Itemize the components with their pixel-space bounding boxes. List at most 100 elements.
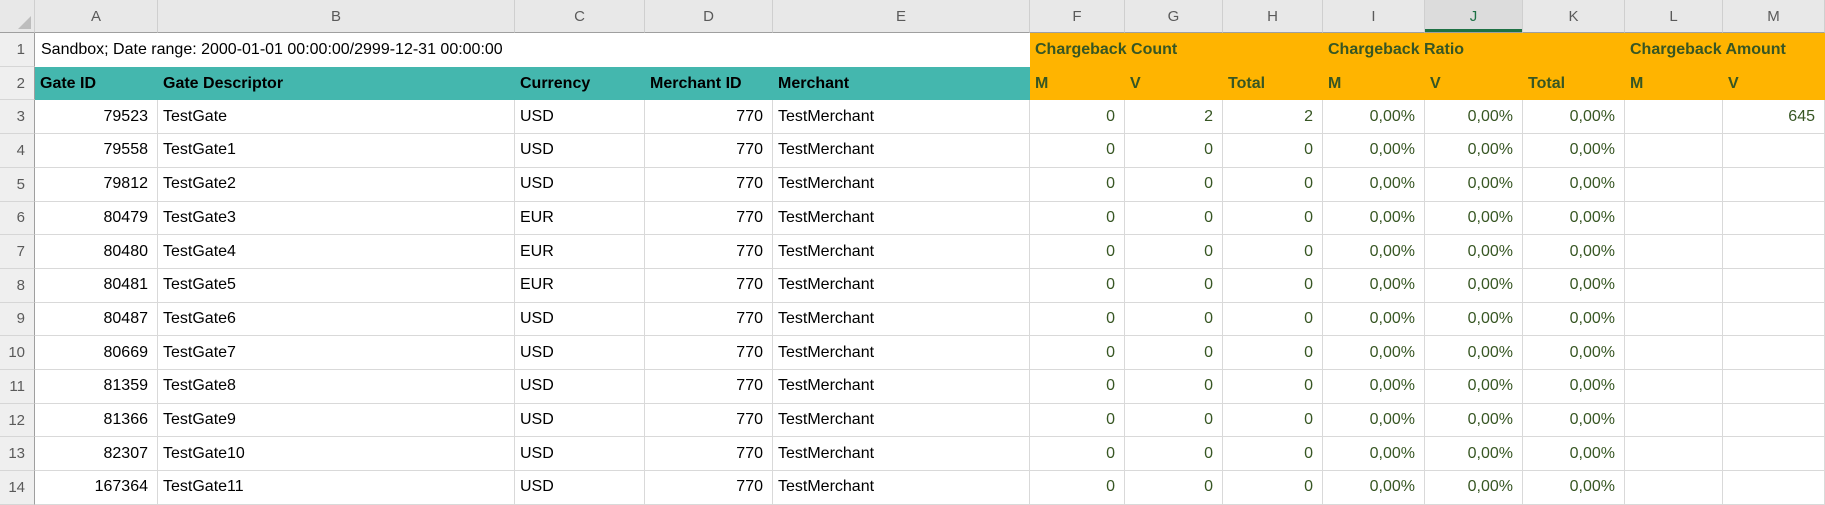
row-header-7[interactable]: 7: [0, 235, 35, 269]
cell-G5[interactable]: 0: [1125, 168, 1223, 202]
cell-J6[interactable]: 0,00%: [1425, 202, 1523, 236]
cell-J14[interactable]: 0,00%: [1425, 471, 1523, 505]
cell-H4[interactable]: 0: [1223, 134, 1323, 168]
cell-I7[interactable]: 0,00%: [1323, 235, 1425, 269]
cell-M8[interactable]: [1723, 269, 1825, 303]
row-header-6[interactable]: 6: [0, 202, 35, 236]
header-k-total[interactable]: Total: [1523, 67, 1625, 101]
cell-H9[interactable]: 0: [1223, 303, 1323, 337]
row-header-3[interactable]: 3: [0, 100, 35, 134]
group-header-chargeback-amount[interactable]: Chargeback Amount: [1625, 33, 1825, 67]
cell-D12[interactable]: 770: [645, 404, 773, 438]
cell-C3[interactable]: USD: [515, 100, 645, 134]
cell-E8[interactable]: TestMerchant: [773, 269, 1030, 303]
row-header-14[interactable]: 14: [0, 471, 35, 505]
cell-D3[interactable]: 770: [645, 100, 773, 134]
column-header-g[interactable]: G: [1125, 0, 1223, 33]
cell-L4[interactable]: [1625, 134, 1723, 168]
cell-I13[interactable]: 0,00%: [1323, 437, 1425, 471]
cell-H13[interactable]: 0: [1223, 437, 1323, 471]
cell-A3[interactable]: 79523: [35, 100, 158, 134]
cell-J7[interactable]: 0,00%: [1425, 235, 1523, 269]
column-header-k[interactable]: K: [1523, 0, 1625, 33]
cell-A14[interactable]: 167364: [35, 471, 158, 505]
cell-A10[interactable]: 80669: [35, 336, 158, 370]
row-header-12[interactable]: 12: [0, 404, 35, 438]
header-h-total[interactable]: Total: [1223, 67, 1323, 101]
cell-L8[interactable]: [1625, 269, 1723, 303]
cell-D11[interactable]: 770: [645, 370, 773, 404]
cell-L10[interactable]: [1625, 336, 1723, 370]
cell-D5[interactable]: 770: [645, 168, 773, 202]
cell-H5[interactable]: 0: [1223, 168, 1323, 202]
cell-G7[interactable]: 0: [1125, 235, 1223, 269]
cell-I14[interactable]: 0,00%: [1323, 471, 1425, 505]
cell-A9[interactable]: 80487: [35, 303, 158, 337]
cell-J3[interactable]: 0,00%: [1425, 100, 1523, 134]
cell-K7[interactable]: 0,00%: [1523, 235, 1625, 269]
column-header-m[interactable]: M: [1723, 0, 1825, 33]
cell-F11[interactable]: 0: [1030, 370, 1125, 404]
cell-F7[interactable]: 0: [1030, 235, 1125, 269]
cell-B11[interactable]: TestGate8: [158, 370, 515, 404]
cell-C9[interactable]: USD: [515, 303, 645, 337]
cell-I12[interactable]: 0,00%: [1323, 404, 1425, 438]
cell-J13[interactable]: 0,00%: [1425, 437, 1523, 471]
cell-G10[interactable]: 0: [1125, 336, 1223, 370]
cell-H11[interactable]: 0: [1223, 370, 1323, 404]
cell-G11[interactable]: 0: [1125, 370, 1223, 404]
cell-L3[interactable]: [1625, 100, 1723, 134]
column-header-f[interactable]: F: [1030, 0, 1125, 33]
cell-F6[interactable]: 0: [1030, 202, 1125, 236]
header-gate-descriptor[interactable]: Gate Descriptor: [158, 67, 515, 101]
cell-B13[interactable]: TestGate10: [158, 437, 515, 471]
cell-G6[interactable]: 0: [1125, 202, 1223, 236]
cell-D13[interactable]: 770: [645, 437, 773, 471]
cell-B8[interactable]: TestGate5: [158, 269, 515, 303]
cell-C5[interactable]: USD: [515, 168, 645, 202]
cell-L7[interactable]: [1625, 235, 1723, 269]
header-i-m[interactable]: M: [1323, 67, 1425, 101]
cell-A6[interactable]: 80479: [35, 202, 158, 236]
cell-D14[interactable]: 770: [645, 471, 773, 505]
cell-M10[interactable]: [1723, 336, 1825, 370]
header-m-v[interactable]: V: [1723, 67, 1825, 101]
cell-I8[interactable]: 0,00%: [1323, 269, 1425, 303]
cell-I6[interactable]: 0,00%: [1323, 202, 1425, 236]
cell-I3[interactable]: 0,00%: [1323, 100, 1425, 134]
cell-K10[interactable]: 0,00%: [1523, 336, 1625, 370]
cell-K3[interactable]: 0,00%: [1523, 100, 1625, 134]
cell-K4[interactable]: 0,00%: [1523, 134, 1625, 168]
cell-E7[interactable]: TestMerchant: [773, 235, 1030, 269]
cell-H7[interactable]: 0: [1223, 235, 1323, 269]
cell-M14[interactable]: [1723, 471, 1825, 505]
cell-B5[interactable]: TestGate2: [158, 168, 515, 202]
header-currency[interactable]: Currency: [515, 67, 645, 101]
cell-F10[interactable]: 0: [1030, 336, 1125, 370]
cell-M7[interactable]: [1723, 235, 1825, 269]
cell-G13[interactable]: 0: [1125, 437, 1223, 471]
cell-F9[interactable]: 0: [1030, 303, 1125, 337]
cell-L12[interactable]: [1625, 404, 1723, 438]
cell-K9[interactable]: 0,00%: [1523, 303, 1625, 337]
cell-C10[interactable]: USD: [515, 336, 645, 370]
cell-F12[interactable]: 0: [1030, 404, 1125, 438]
cell-J8[interactable]: 0,00%: [1425, 269, 1523, 303]
cell-K5[interactable]: 0,00%: [1523, 168, 1625, 202]
cell-M5[interactable]: [1723, 168, 1825, 202]
cell-K8[interactable]: 0,00%: [1523, 269, 1625, 303]
group-header-chargeback-ratio[interactable]: Chargeback Ratio: [1323, 33, 1625, 67]
cell-G14[interactable]: 0: [1125, 471, 1223, 505]
cell-L5[interactable]: [1625, 168, 1723, 202]
column-header-i[interactable]: I: [1323, 0, 1425, 33]
header-g-v[interactable]: V: [1125, 67, 1223, 101]
cell-I11[interactable]: 0,00%: [1323, 370, 1425, 404]
cell-J9[interactable]: 0,00%: [1425, 303, 1523, 337]
column-header-h[interactable]: H: [1223, 0, 1323, 33]
row-header-4[interactable]: 4: [0, 134, 35, 168]
cell-A4[interactable]: 79558: [35, 134, 158, 168]
cell-E14[interactable]: TestMerchant: [773, 471, 1030, 505]
cell-E10[interactable]: TestMerchant: [773, 336, 1030, 370]
cell-L6[interactable]: [1625, 202, 1723, 236]
cell-A8[interactable]: 80481: [35, 269, 158, 303]
